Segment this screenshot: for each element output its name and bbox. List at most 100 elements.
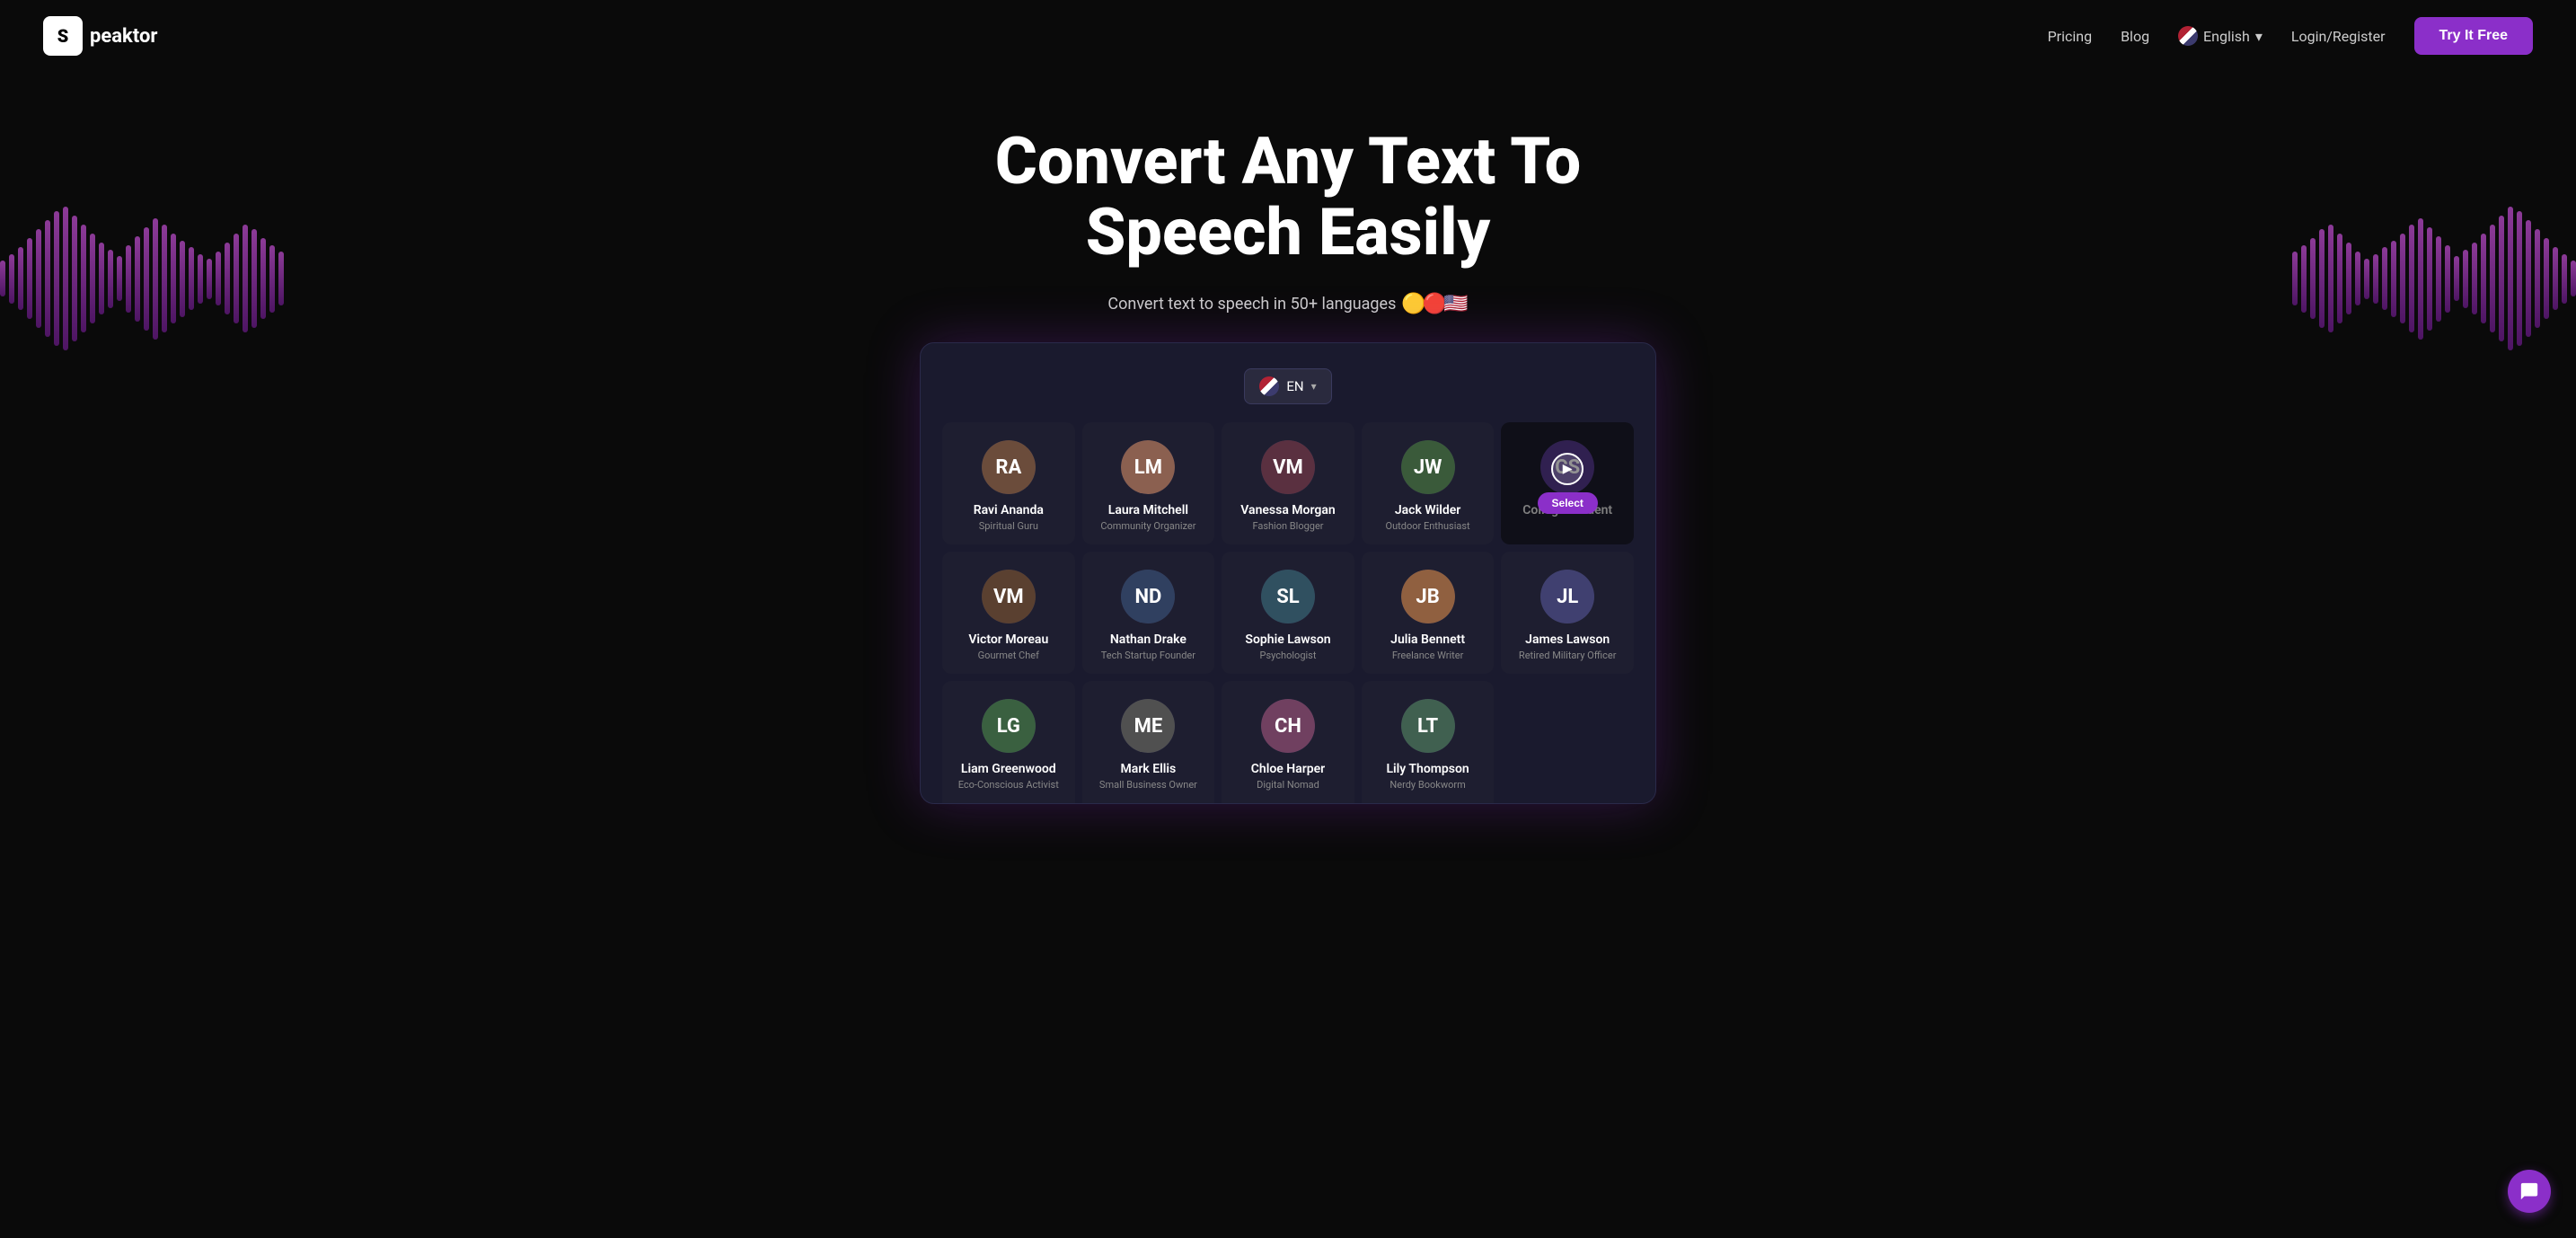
voice-name: Nathan Drake — [1093, 632, 1204, 647]
voice-card[interactable]: JW Jack Wilder Outdoor Enthusiast — [1362, 422, 1495, 544]
app-lang-code: EN — [1286, 378, 1303, 394]
language-label: English — [2203, 28, 2250, 45]
voice-avatar: LG — [982, 699, 1036, 753]
voice-grid-row2: VM Victor Moreau Gourmet Chef ND Nathan Drak… — [942, 552, 1634, 674]
app-mockup: EN ▾ RA Ravi Ananda Spiritual Guru LM Laura … — [920, 342, 1656, 804]
voice-card[interactable]: LM Laura Mitchell Community Organizer — [1082, 422, 1215, 544]
avatar-placeholder: VM — [982, 570, 1036, 623]
avatar-placeholder: SL — [1261, 570, 1315, 623]
voice-name: Lily Thompson — [1372, 762, 1484, 776]
voice-card[interactable]: CH Chloe Harper Digital Nomad — [1222, 681, 1354, 803]
avatar-placeholder: VM — [1261, 440, 1315, 494]
voice-card[interactable]: ME Mark Ellis Small Business Owner — [1082, 681, 1215, 803]
avatar-placeholder: RA — [982, 440, 1036, 494]
avatar-placeholder: LM — [1121, 440, 1175, 494]
voice-name: James Lawson — [1512, 632, 1623, 647]
voice-avatar: CH — [1261, 699, 1315, 753]
voice-grid-row3: LG Liam Greenwood Eco-Conscious Activist ME… — [942, 681, 1634, 803]
avatar-placeholder: ND — [1121, 570, 1175, 623]
logo-icon: S — [43, 16, 83, 56]
voice-card[interactable]: LT Lily Thompson Nerdy Bookworm — [1362, 681, 1495, 803]
voice-card[interactable]: JL James Lawson Retired Military Officer — [1501, 552, 1634, 674]
voice-role: Small Business Owner — [1093, 779, 1204, 791]
voice-role: Tech Startup Founder — [1093, 650, 1204, 661]
chevron-down-icon: ▾ — [2255, 28, 2263, 45]
voice-card[interactable]: CSCollege Student▶Select — [1501, 422, 1634, 544]
voice-role: Outdoor Enthusiast — [1372, 520, 1484, 532]
empty-cell — [1501, 681, 1634, 803]
hero-section: Convert Any Text To Speech Easily Conver… — [0, 72, 2576, 804]
voice-role: Digital Nomad — [1232, 779, 1344, 791]
voice-role: Psychologist — [1232, 650, 1344, 661]
voice-role: Fashion Blogger — [1232, 520, 1344, 532]
avatar-placeholder: CH — [1261, 699, 1315, 753]
voice-avatar: RA — [982, 440, 1036, 494]
flag-blue: 🇺🇸 — [1443, 293, 1468, 315]
voice-name: Julia Bennett — [1372, 632, 1484, 647]
voice-name: Ravi Ananda — [953, 503, 1064, 517]
voice-name: Victor Moreau — [953, 632, 1064, 647]
avatar-placeholder: LT — [1401, 699, 1455, 753]
page-wrapper: S peaktor Pricing Blog English ▾ Login/R… — [0, 0, 2576, 804]
voice-card[interactable]: VM Vanessa Morgan Fashion Blogger — [1222, 422, 1354, 544]
voice-card[interactable]: RA Ravi Ananda Spiritual Guru — [942, 422, 1075, 544]
voice-avatar: JW — [1401, 440, 1455, 494]
logo-text: peaktor — [90, 25, 157, 48]
voice-name: Sophie Lawson — [1232, 632, 1344, 647]
voice-name: Liam Greenwood — [953, 762, 1064, 776]
app-flag-icon — [1259, 376, 1279, 396]
avatar-placeholder: ME — [1121, 699, 1175, 753]
voice-avatar: LT — [1401, 699, 1455, 753]
voice-name: Laura Mitchell — [1093, 503, 1204, 517]
voice-card[interactable]: SL Sophie Lawson Psychologist — [1222, 552, 1354, 674]
flag-icons: 🟡 🔴 🇺🇸 — [1405, 293, 1468, 315]
voice-role: Freelance Writer — [1372, 650, 1484, 661]
voice-name: Vanessa Morgan — [1232, 503, 1344, 517]
voice-grid-row1: RA Ravi Ananda Spiritual Guru LM Laura Mitch… — [942, 422, 1634, 544]
voice-role: Gourmet Chef — [953, 650, 1064, 661]
login-register-link[interactable]: Login/Register — [2291, 28, 2386, 45]
voice-avatar: JL — [1540, 570, 1594, 623]
voice-name: Jack Wilder — [1372, 503, 1484, 517]
app-lang-selector: EN ▾ — [942, 368, 1634, 404]
voice-role: Spiritual Guru — [953, 520, 1064, 532]
voice-card[interactable]: JB Julia Bennett Freelance Writer — [1362, 552, 1495, 674]
voice-card[interactable]: LG Liam Greenwood Eco-Conscious Activist — [942, 681, 1075, 803]
app-lang-pill[interactable]: EN ▾ — [1244, 368, 1331, 404]
pricing-link[interactable]: Pricing — [2048, 28, 2093, 45]
voice-avatar: LM — [1121, 440, 1175, 494]
avatar-placeholder: JW — [1401, 440, 1455, 494]
logo[interactable]: S peaktor — [43, 16, 157, 56]
us-flag-icon — [2178, 26, 2198, 46]
voice-card[interactable]: ND Nathan Drake Tech Startup Founder — [1082, 552, 1215, 674]
blog-link[interactable]: Blog — [2121, 28, 2149, 45]
voice-role: Nerdy Bookworm — [1372, 779, 1484, 791]
voice-avatar: JB — [1401, 570, 1455, 623]
voice-role: Retired Military Officer — [1512, 650, 1623, 661]
language-selector[interactable]: English ▾ — [2178, 26, 2263, 46]
navbar: S peaktor Pricing Blog English ▾ Login/R… — [0, 0, 2576, 72]
nav-right: Pricing Blog English ▾ Login/Register Tr… — [2048, 17, 2533, 55]
hero-subtitle: Convert text to speech in 50+ languages … — [18, 293, 2558, 315]
app-chevron-icon: ▾ — [1311, 380, 1317, 393]
chat-icon — [2519, 1181, 2539, 1201]
play-button[interactable]: ▶ — [1551, 453, 1584, 485]
voice-role: Community Organizer — [1093, 520, 1204, 532]
try-free-button[interactable]: Try It Free — [2414, 17, 2533, 55]
voice-name: Mark Ellis — [1093, 762, 1204, 776]
voice-avatar: ME — [1121, 699, 1175, 753]
select-overlay: ▶ Select — [1501, 422, 1634, 544]
avatar-placeholder: LG — [982, 699, 1036, 753]
voice-name: Chloe Harper — [1232, 762, 1344, 776]
voice-card[interactable]: VM Victor Moreau Gourmet Chef — [942, 552, 1075, 674]
voice-avatar: ND — [1121, 570, 1175, 623]
voice-avatar: SL — [1261, 570, 1315, 623]
hero-title: Convert Any Text To Speech Easily — [884, 126, 1692, 268]
chat-bubble[interactable] — [2508, 1170, 2551, 1213]
voice-avatar: VM — [1261, 440, 1315, 494]
avatar-placeholder: JL — [1540, 570, 1594, 623]
voice-role: Eco-Conscious Activist — [953, 779, 1064, 791]
voice-avatar: VM — [982, 570, 1036, 623]
select-voice-button[interactable]: Select — [1538, 492, 1598, 514]
avatar-placeholder: JB — [1401, 570, 1455, 623]
